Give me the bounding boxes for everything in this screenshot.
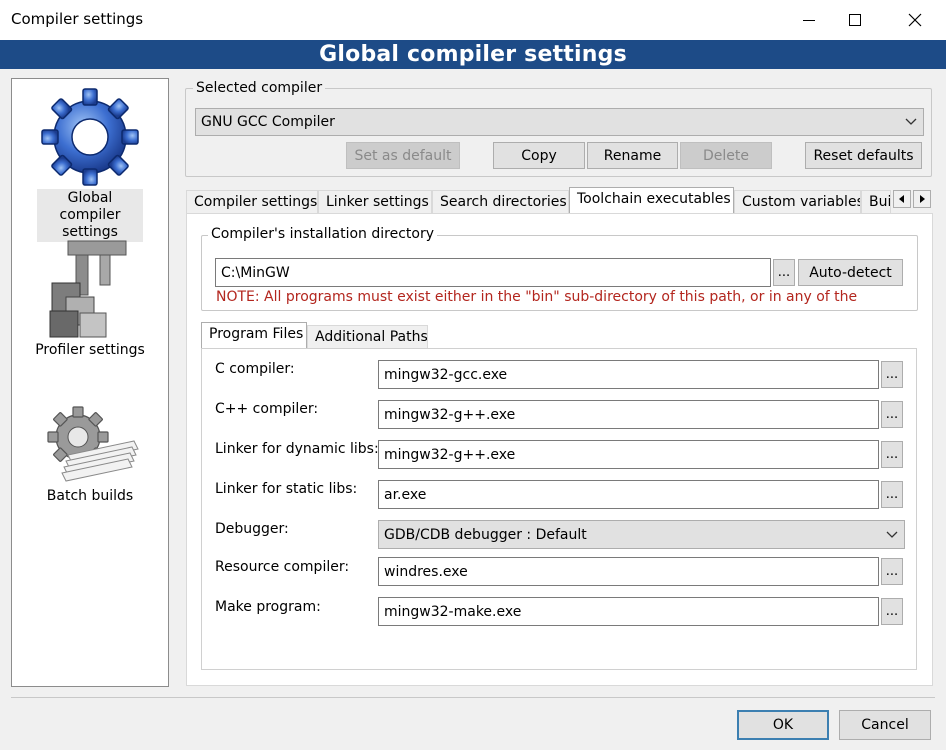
close-icon <box>908 13 922 27</box>
gear-icon <box>41 88 139 186</box>
close-button[interactable] <box>892 0 938 40</box>
chevron-left-icon <box>899 195 904 203</box>
cpp-compiler-label: C++ compiler: <box>215 401 319 417</box>
debugger-select-value: GDB/CDB debugger : Default <box>384 526 587 543</box>
tab-linker-settings[interactable]: Linker settings <box>318 190 432 214</box>
auto-detect-button[interactable]: Auto-detect <box>798 259 903 286</box>
cancel-button[interactable]: Cancel <box>839 710 931 740</box>
tab-search-directories[interactable]: Search directories <box>432 190 569 214</box>
sidebar-item-global-compiler-settings[interactable]: Global compiler settings <box>12 85 168 242</box>
sidebar-item-profiler-settings[interactable]: Profiler settings <box>12 235 168 360</box>
rename-button[interactable]: Rename <box>587 142 678 169</box>
installation-directory-legend: Compiler's installation directory <box>208 226 437 242</box>
linker-dynamic-input[interactable]: mingw32-g++.exe <box>378 440 879 469</box>
tab-toolchain-executables[interactable]: Toolchain executables <box>569 187 734 214</box>
sidebar-item-label: Batch builds <box>46 488 134 504</box>
installation-directory-input[interactable]: C:\MinGW <box>215 258 771 287</box>
make-program-input[interactable]: mingw32-make.exe <box>378 597 879 626</box>
c-compiler-label: C compiler: <box>215 361 295 377</box>
tab-scroll-left-button[interactable] <box>893 190 911 208</box>
chevron-right-icon <box>920 195 925 203</box>
linker-static-input[interactable]: ar.exe <box>378 480 879 509</box>
installation-note: NOTE: All programs must exist either in … <box>216 289 858 305</box>
linker-static-browse-button[interactable]: ... <box>881 481 903 508</box>
linker-dynamic-label: Linker for dynamic libs: <box>215 441 379 457</box>
linker-static-label: Linker for static libs: <box>215 481 358 497</box>
debugger-select[interactable]: GDB/CDB debugger : Default <box>378 520 905 549</box>
tab-scroll-right-button[interactable] <box>913 190 931 208</box>
copy-button[interactable]: Copy <box>493 142 585 169</box>
tab-additional-paths[interactable]: Additional Paths <box>307 325 428 349</box>
compiler-select[interactable]: GNU GCC Compiler <box>195 108 924 136</box>
profiler-icon <box>49 240 127 338</box>
sidebar: Global compiler settings Profiler settin… <box>11 78 169 687</box>
chevron-down-icon <box>886 531 898 538</box>
delete-button[interactable]: Delete <box>680 142 772 169</box>
tab-build-options[interactable]: Bui <box>861 190 891 214</box>
batch-builds-icon <box>47 406 139 482</box>
footer-divider <box>11 697 935 698</box>
maximize-icon <box>849 14 861 26</box>
title-bar: Compiler settings <box>0 0 946 40</box>
set-as-default-button[interactable]: Set as default <box>346 142 460 169</box>
compiler-select-value: GNU GCC Compiler <box>201 114 335 130</box>
c-compiler-browse-button[interactable]: ... <box>881 361 903 388</box>
minimize-icon <box>803 19 815 21</box>
cpp-compiler-input[interactable]: mingw32-g++.exe <box>378 400 879 429</box>
tab-compiler-settings[interactable]: Compiler settings <box>186 190 318 214</box>
sidebar-item-label: Profiler settings <box>35 342 145 358</box>
tab-custom-variables[interactable]: Custom variables <box>734 190 861 214</box>
make-program-label: Make program: <box>215 599 321 615</box>
minimize-button[interactable] <box>786 0 832 40</box>
page-title: Global compiler settings <box>0 40 946 69</box>
installation-browse-button[interactable]: ... <box>773 259 795 286</box>
resource-compiler-input[interactable]: windres.exe <box>378 557 879 586</box>
debugger-label: Debugger: <box>215 521 289 537</box>
c-compiler-input[interactable]: mingw32-gcc.exe <box>378 360 879 389</box>
chevron-down-icon <box>905 118 917 125</box>
maximize-button[interactable] <box>832 0 878 40</box>
ok-button[interactable]: OK <box>737 710 829 740</box>
reset-defaults-button[interactable]: Reset defaults <box>805 142 922 169</box>
selected-compiler-legend: Selected compiler <box>193 80 326 96</box>
cpp-compiler-browse-button[interactable]: ... <box>881 401 903 428</box>
resource-compiler-label: Resource compiler: <box>215 559 350 575</box>
sidebar-item-batch-builds[interactable]: Batch builds <box>12 403 168 506</box>
window-title: Compiler settings <box>11 10 144 28</box>
tab-program-files[interactable]: Program Files <box>201 322 307 349</box>
resource-compiler-browse-button[interactable]: ... <box>881 558 903 585</box>
make-program-browse-button[interactable]: ... <box>881 598 903 625</box>
linker-dynamic-browse-button[interactable]: ... <box>881 441 903 468</box>
